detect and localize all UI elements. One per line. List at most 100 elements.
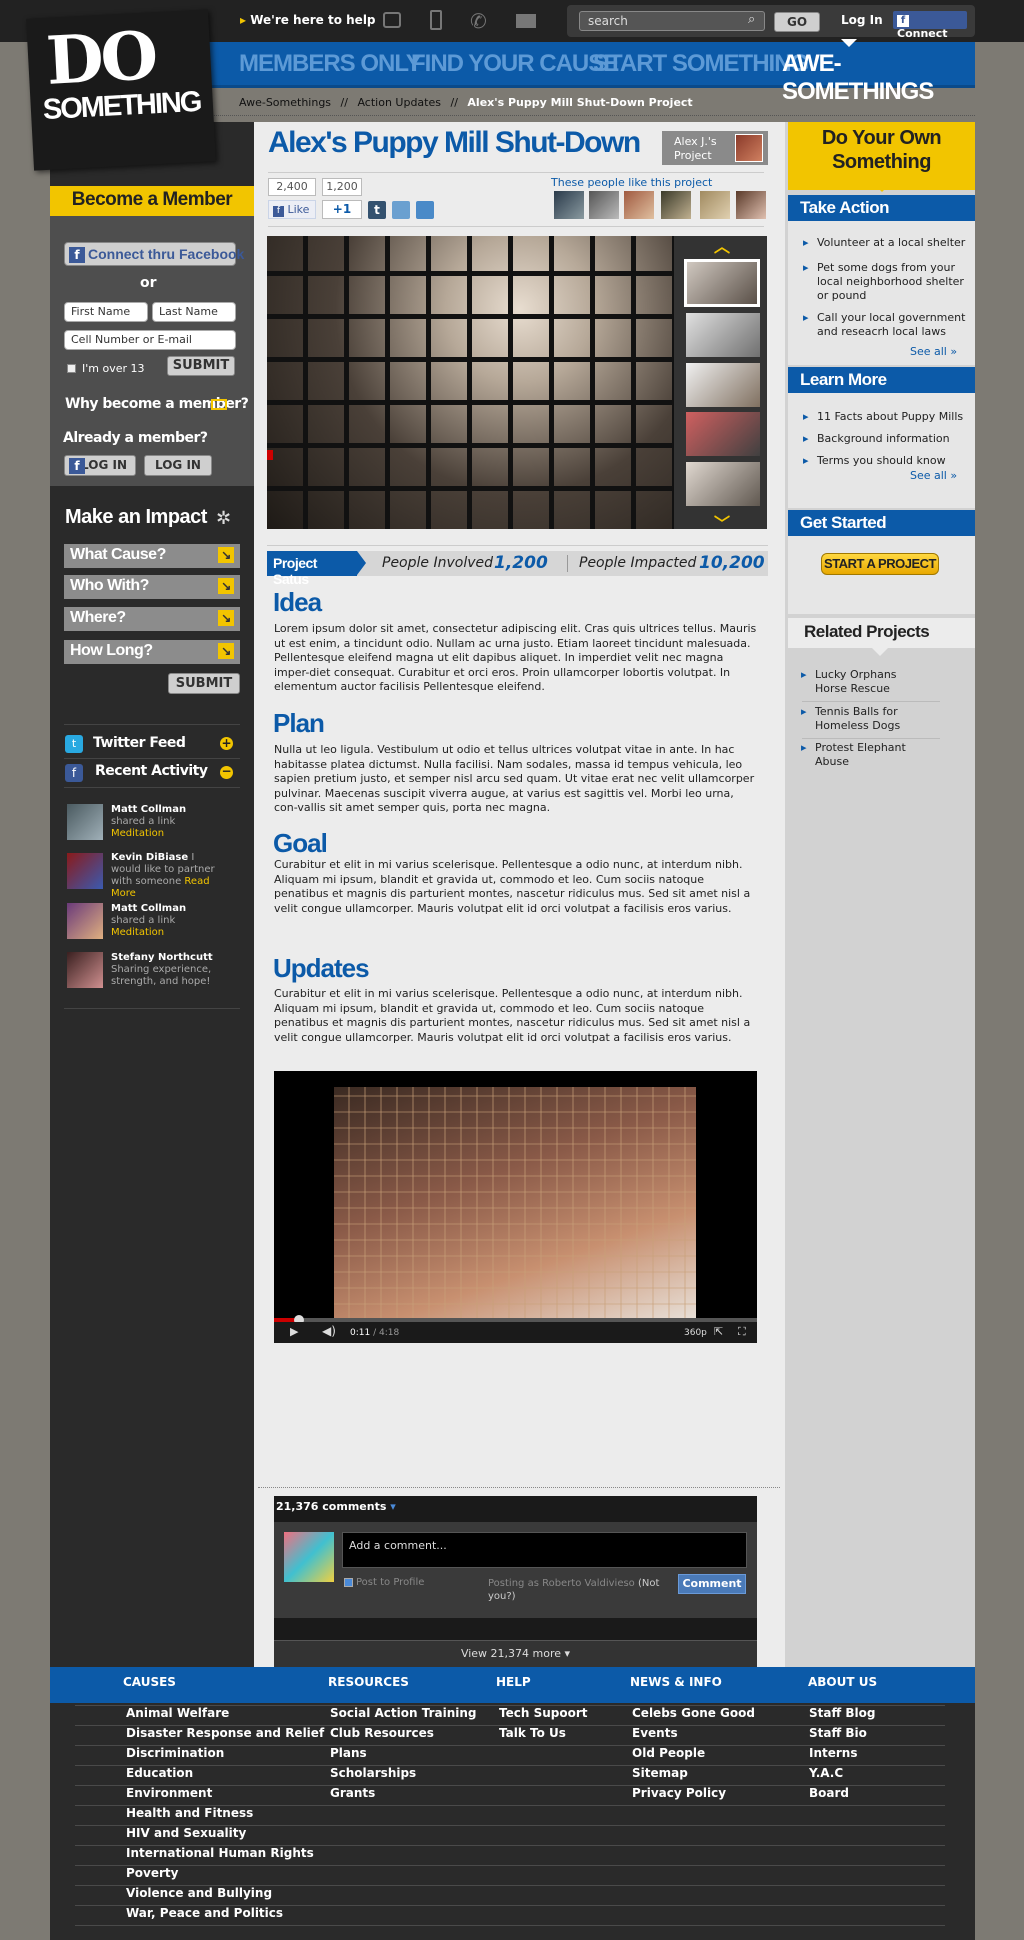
footer-link-causes[interactable]: Animal Welfare [126, 1706, 229, 1720]
email-share-icon[interactable] [392, 201, 410, 219]
take-action-item[interactable]: Volunteer at a local shelter [803, 236, 967, 250]
recent-activity-toggle[interactable]: Recent Activity [95, 763, 208, 779]
mail-icon[interactable] [516, 14, 536, 28]
print-icon[interactable] [416, 201, 434, 219]
footer-link-news[interactable]: Celebs Gone Good [632, 1706, 755, 1720]
nav-find-your-cause[interactable]: FIND YOUR CAUSE [411, 50, 619, 78]
cell-email-input[interactable]: Cell Number or E-mail [64, 330, 236, 350]
see-all-link[interactable]: See all » [910, 345, 957, 358]
scroll-down-icon[interactable]: ﹀ [714, 510, 730, 534]
nav-start-something[interactable]: START SOMETHING [593, 50, 809, 78]
footer-link-causes[interactable]: Poverty [126, 1866, 178, 1880]
thumbnail[interactable] [686, 363, 760, 407]
activity-user[interactable]: Kevin DiBiase [111, 852, 188, 863]
footer-link-resources[interactable]: Scholarships [330, 1766, 416, 1780]
start-project-button[interactable]: START A PROJECT [821, 553, 939, 575]
activity-link[interactable]: Meditation [111, 828, 164, 839]
mobile-icon[interactable] [430, 10, 442, 30]
footer-link-news[interactable]: Events [632, 1726, 678, 1740]
footer-link-causes[interactable]: Disaster Response and Relief [126, 1726, 324, 1740]
take-action-item[interactable]: Pet some dogs from your local neighborho… [803, 261, 967, 303]
video-frame[interactable] [334, 1087, 696, 1319]
phone-icon[interactable]: ✆ [470, 9, 487, 33]
fullscreen-icon[interactable]: ⛶ [738, 1325, 746, 1339]
nav-members-only[interactable]: MEMBERS ONLY [239, 50, 422, 78]
footer-link-news[interactable]: Sitemap [632, 1766, 688, 1780]
thumbnail-active[interactable] [684, 259, 760, 307]
footer-link-causes[interactable]: Education [126, 1766, 193, 1780]
main-photo[interactable] [267, 236, 674, 529]
prev-marker[interactable] [267, 450, 273, 460]
thumbnail[interactable] [686, 412, 760, 456]
login-button[interactable]: LOG IN [144, 455, 212, 476]
collapse-icon[interactable]: − [220, 765, 233, 779]
comments-count[interactable]: 21,376 comments ▾ [276, 1500, 396, 1513]
avatar[interactable] [67, 952, 103, 988]
footer-link-causes[interactable]: Violence and Bullying [126, 1886, 272, 1900]
learn-more-item[interactable]: Terms you should know [803, 454, 967, 468]
activity-user[interactable]: Matt Collman [111, 804, 186, 815]
what-cause-dropdown[interactable]: What Cause? ↘ [64, 544, 240, 568]
footer-link-causes[interactable]: War, Peace and Politics [126, 1906, 283, 1920]
twitter-feed-toggle[interactable]: Twitter Feed [93, 735, 186, 751]
see-all-link[interactable]: See all » [910, 469, 957, 482]
avatar[interactable] [554, 191, 584, 219]
connect-facebook-button[interactable]: f Connect thru Facebook [64, 242, 244, 266]
footer-link-causes[interactable]: HIV and Sexuality [126, 1826, 246, 1840]
footer-link-resources[interactable]: Social Action Training [330, 1706, 477, 1720]
footer-link-about[interactable]: Staff Blog [809, 1706, 875, 1720]
footer-link-resources[interactable]: Club Resources [330, 1726, 434, 1740]
learn-more-item[interactable]: Background information [803, 432, 967, 446]
activity-user[interactable]: Stefany Northcutt [111, 952, 213, 963]
activity-link[interactable]: Meditation [111, 927, 164, 938]
volume-icon[interactable]: ◀) [322, 1324, 336, 1338]
footer-link-resources[interactable]: Plans [330, 1746, 367, 1760]
footer-link-about[interactable]: Staff Bio [809, 1726, 867, 1740]
footer-link-about[interactable]: Board [809, 1786, 849, 1800]
footer-link-help[interactable]: Tech Supoort [499, 1706, 587, 1720]
footer-link-resources[interactable]: Grants [330, 1786, 375, 1800]
footer-link-about[interactable]: Y.A.C [809, 1766, 843, 1780]
help-link[interactable]: ▸ We're here to help [240, 13, 376, 27]
learn-more-item[interactable]: 11 Facts about Puppy Mills [803, 410, 967, 424]
avatar[interactable] [67, 903, 103, 939]
breadcrumb-item[interactable]: Action Updates [357, 96, 441, 109]
over13-checkbox[interactable] [67, 364, 76, 373]
impact-submit-button[interactable]: SUBMIT [168, 673, 240, 694]
footer-link-about[interactable]: Interns [809, 1746, 858, 1760]
comment-button[interactable]: Comment [678, 1574, 746, 1594]
expand-icon[interactable]: + [220, 737, 233, 750]
popout-icon[interactable]: ⇱ [714, 1325, 723, 1338]
footer-link-help[interactable]: Talk To Us [499, 1726, 566, 1740]
facebook-like-button[interactable]: f Like [268, 200, 316, 219]
footer-link-news[interactable]: Old People [632, 1746, 705, 1760]
search-icon[interactable]: ⌕ [748, 12, 755, 27]
who-with-dropdown[interactable]: Who With? ↘ [64, 575, 240, 599]
google-plusone-button[interactable]: +1 [322, 200, 362, 219]
dosomething-logo[interactable]: DO SOMETHING [26, 9, 216, 171]
video-quality[interactable]: 360p [684, 1328, 707, 1338]
post-profile-checkbox[interactable] [344, 1578, 353, 1587]
avatar[interactable] [736, 191, 766, 219]
related-project-item[interactable]: Tennis Balls for Homeless Dogs [801, 705, 925, 733]
avatar[interactable] [624, 191, 654, 219]
how-long-dropdown[interactable]: How Long? ↘ [64, 640, 240, 664]
comment-input[interactable]: Add a comment... [342, 1532, 747, 1568]
search-input[interactable]: search [579, 11, 765, 31]
thumbnail[interactable] [686, 313, 760, 357]
first-name-input[interactable]: First Name [64, 302, 148, 322]
avatar[interactable] [700, 191, 730, 219]
avatar[interactable] [67, 853, 103, 889]
avatar[interactable] [67, 804, 103, 840]
facebook-connect-button[interactable]: fConnect [893, 11, 967, 40]
play-icon[interactable]: ▶ [290, 1325, 298, 1338]
avatar[interactable] [661, 191, 691, 219]
last-name-input[interactable]: Last Name [152, 302, 236, 322]
facebook-login-button[interactable]: f LOG IN [64, 455, 136, 476]
view-more-button[interactable]: View 21,374 more ▾ [274, 1640, 757, 1667]
thumbnail[interactable] [686, 462, 760, 506]
tumblr-icon[interactable]: t [368, 201, 386, 219]
related-project-item[interactable]: Protest Elephant Abuse [801, 741, 925, 769]
related-project-item[interactable]: Lucky Orphans Horse Rescue [801, 668, 925, 696]
footer-link-causes[interactable]: Health and Fitness [126, 1806, 253, 1820]
